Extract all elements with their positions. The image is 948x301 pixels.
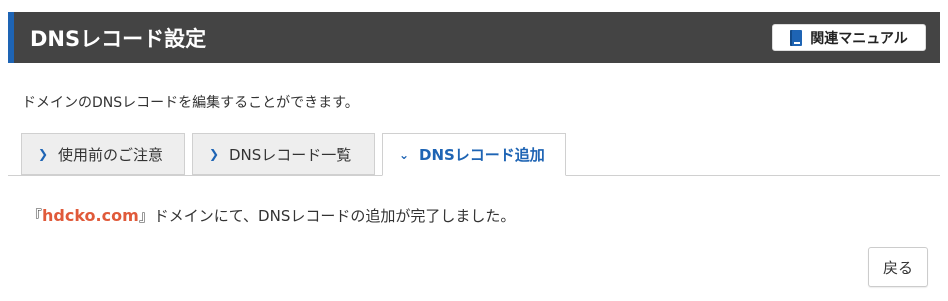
tab-label: DNSレコード追加 xyxy=(419,146,545,164)
related-manual-button[interactable]: 関連マニュアル xyxy=(772,24,926,51)
tab-precautions[interactable]: ❯ 使用前のご注意 xyxy=(21,133,185,175)
tab-label: DNSレコード一覧 xyxy=(229,145,352,164)
page-title: DNSレコード設定 xyxy=(30,27,207,51)
domain-name: hdcko.com xyxy=(42,206,139,225)
tab-label: 使用前のご注意 xyxy=(58,145,164,164)
message-open-bracket: 『 xyxy=(27,207,43,225)
page-header: DNSレコード設定 関連マニュアル xyxy=(8,12,940,63)
back-button[interactable]: 戻る xyxy=(868,247,928,287)
book-icon xyxy=(790,29,803,46)
related-manual-label: 関連マニュアル xyxy=(810,30,908,47)
chevron-right-icon: ❯ xyxy=(37,147,49,161)
message-close-bracket: 』 xyxy=(138,207,154,225)
chevron-down-icon: ⌄ xyxy=(398,147,410,162)
message-text: ドメインにて、DNSレコードの追加が完了しました。 xyxy=(153,207,516,225)
header-accent-bar xyxy=(8,12,14,63)
tab-dns-record-list[interactable]: ❯ DNSレコード一覧 xyxy=(192,133,375,175)
page-description: ドメインのDNSレコードを編集することができます。 xyxy=(22,95,359,111)
chevron-right-icon: ❯ xyxy=(208,147,220,161)
completion-message: 『hdcko.com』ドメインにて、DNSレコードの追加が完了しました。 xyxy=(27,205,515,226)
tab-dns-record-add[interactable]: ⌄ DNSレコード追加 xyxy=(382,133,566,176)
